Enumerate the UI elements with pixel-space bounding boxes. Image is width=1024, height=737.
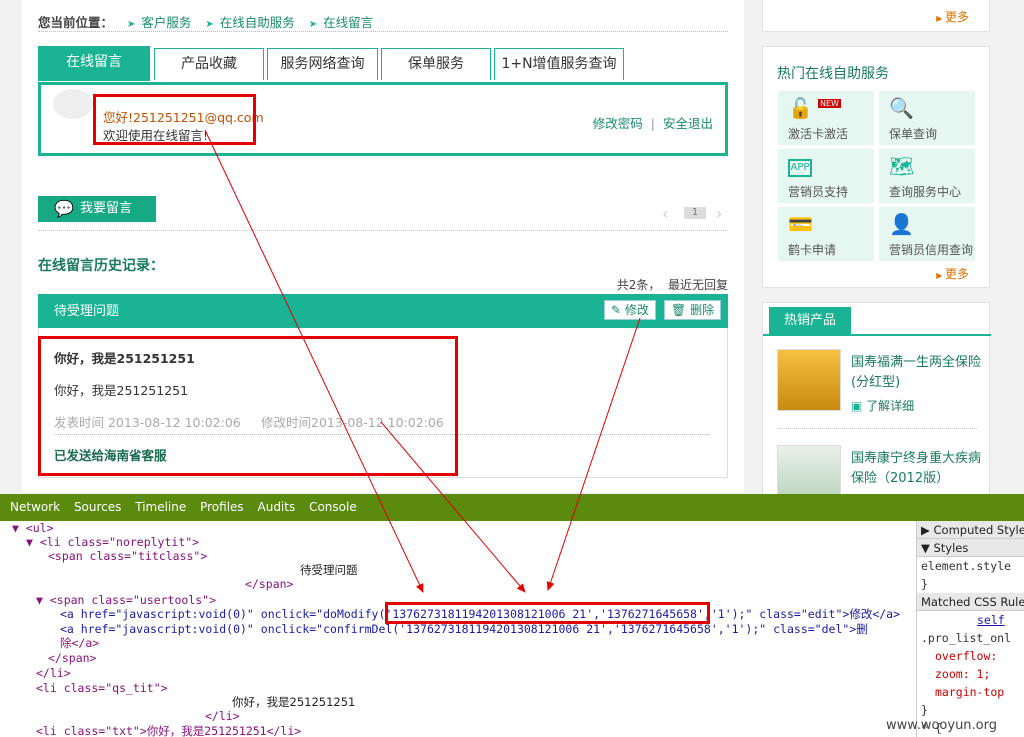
arrow-line [380,421,526,593]
arrow-line [204,129,424,593]
annotation-arrows [204,129,641,593]
arrow-line [546,317,641,591]
